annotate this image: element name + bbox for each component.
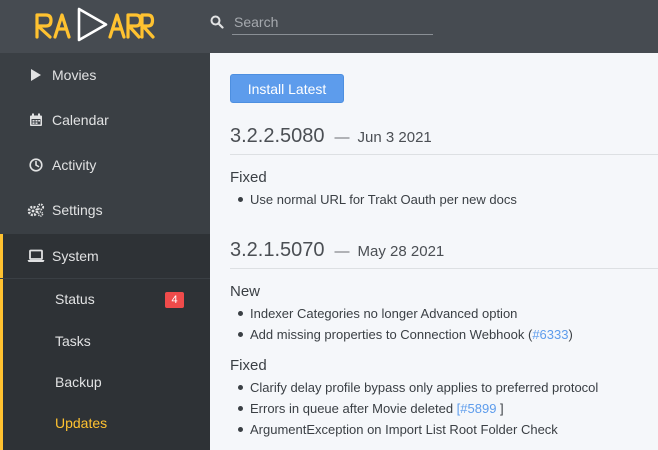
sidebar-item-label: System <box>52 248 99 264</box>
sidebar-subitem-label: Updates <box>55 415 108 431</box>
sidebar-item-label: Movies <box>52 67 97 83</box>
sidebar-subitem-label: Backup <box>55 374 102 390</box>
release-header: 3.2.1.5070 — May 28 2021 <box>230 239 658 269</box>
change-item: Clarify delay profile bypass only applie… <box>230 377 658 398</box>
updates-content: Install Latest 3.2.2.5080 — Jun 3 2021 F… <box>210 53 658 450</box>
change-item: Use normal URL for Trakt Oauth per new d… <box>230 189 658 210</box>
change-item: Add missing properties to Connection Web… <box>230 324 658 345</box>
change-text: Errors in queue after Movie deleted <box>250 401 457 416</box>
change-item: ArgumentException on Import List Root Fo… <box>230 419 658 440</box>
release-version: 3.2.2.5080 <box>230 125 325 147</box>
status-badge: 4 <box>165 292 184 308</box>
section-title-fixed: Fixed <box>230 357 267 374</box>
sidebar-subitem-label: Status <box>55 291 95 307</box>
release-version: 3.2.1.5070 <box>230 239 325 261</box>
release-date: May 28 2021 <box>357 243 445 260</box>
sidebar-item-activity[interactable]: Activity <box>0 143 210 187</box>
release-entry: 3.2.2.5080 — Jun 3 2021 Fixed Use normal… <box>230 125 658 210</box>
calendar-icon <box>27 111 45 129</box>
change-item: Errors in queue after Movie deleted [#58… <box>230 398 658 419</box>
sidebar-subitem-tasks[interactable]: Tasks <box>3 321 210 361</box>
gears-icon <box>27 201 45 219</box>
issue-link[interactable]: #6333 <box>532 327 568 342</box>
change-text: Add missing properties to Connection Web… <box>250 327 533 342</box>
app-header <box>0 0 658 53</box>
sidebar-subitem-status[interactable]: Status 4 <box>3 279 210 319</box>
release-entry: 3.2.1.5070 — May 28 2021 New Indexer Cat… <box>230 239 658 440</box>
system-submenu: Status 4 Tasks Backup Updates <box>0 279 210 450</box>
search-bar <box>210 10 434 36</box>
sidebar-item-settings[interactable]: Settings <box>0 188 210 232</box>
sidebar-item-label: Settings <box>52 202 103 218</box>
section-title-new: New <box>230 283 261 300</box>
sidebar-subitem-updates[interactable]: Updates <box>3 403 210 443</box>
clock-icon <box>27 156 45 174</box>
sidebar-item-calendar[interactable]: Calendar <box>0 98 210 142</box>
release-date: Jun 3 2021 <box>357 129 432 146</box>
sidebar-item-movies[interactable]: Movies <box>0 53 210 97</box>
sidebar-item-label: Activity <box>52 157 97 173</box>
search-input[interactable] <box>232 10 433 35</box>
install-latest-button[interactable]: Install Latest <box>230 74 344 103</box>
release-dash: — <box>334 243 350 260</box>
change-suffix: ) <box>568 327 573 342</box>
change-item: Indexer Categories no longer Advanced op… <box>230 303 658 324</box>
sidebar-item-label: Calendar <box>52 112 109 128</box>
sidebar-item-system[interactable]: System <box>0 234 210 278</box>
release-dash: — <box>334 129 350 146</box>
section-title-fixed: Fixed <box>230 169 267 186</box>
release-header: 3.2.2.5080 — Jun 3 2021 <box>230 125 658 155</box>
search-icon <box>210 15 224 29</box>
sidebar: Movies Calendar Activity Settings System… <box>0 53 210 450</box>
play-icon <box>27 66 45 84</box>
laptop-icon <box>27 247 45 265</box>
change-suffix: ] <box>496 401 504 416</box>
sidebar-subitem-label: Tasks <box>55 333 91 349</box>
sidebar-subitem-backup[interactable]: Backup <box>3 362 210 402</box>
radarr-logo[interactable] <box>34 3 156 43</box>
issue-link[interactable]: [#5899 <box>457 401 497 416</box>
